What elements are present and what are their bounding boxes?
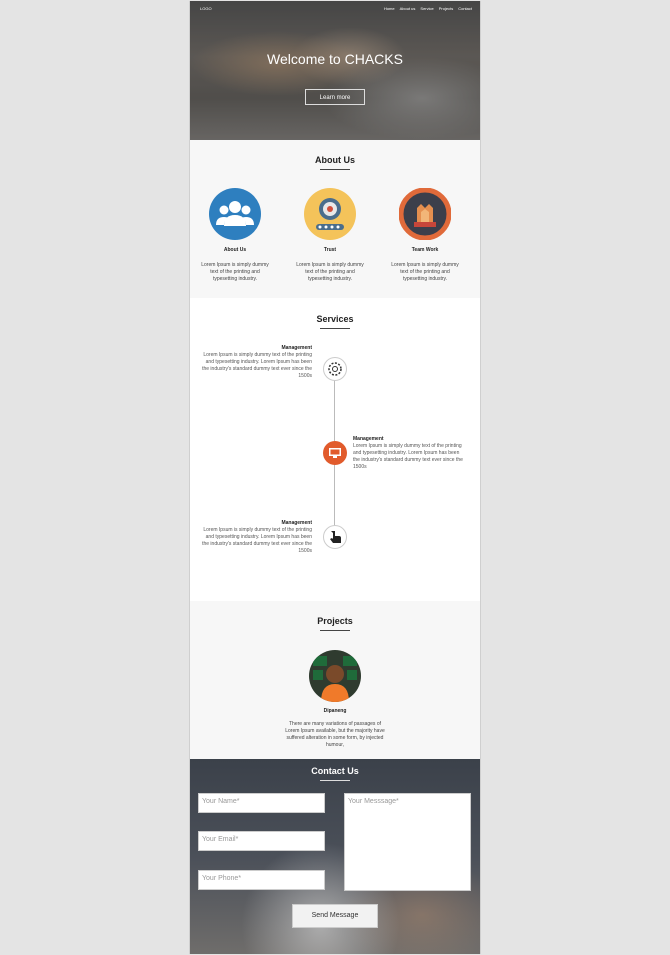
about-section: About Us About Us Lorem Ipsum is simply … — [190, 140, 480, 298]
nav-about[interactable]: About us — [400, 6, 416, 11]
hero-overlay — [190, 1, 480, 140]
projects-title: Projects — [317, 616, 353, 626]
contact-title: Contact Us — [311, 766, 359, 776]
logo[interactable]: LOGO — [200, 6, 212, 11]
message-field[interactable]: Your Messsage* — [344, 793, 471, 891]
service-desc: Lorem Ipsum is simply dummy text of the … — [202, 352, 312, 379]
feature-name: About Us — [223, 247, 247, 253]
feature-teamwork: Team Work Lorem Ipsum is simply dummy te… — [385, 187, 465, 283]
projects-section: Projects Dipaneng There are many variati… — [190, 601, 480, 759]
service-item: Management Lorem Ipsum is simply dummy t… — [202, 345, 312, 380]
title-underline — [320, 780, 350, 781]
send-message-button[interactable]: Send Message — [292, 904, 378, 928]
gear-conveyor-icon — [304, 188, 356, 240]
project-name: Dipaneng — [323, 708, 347, 714]
service-title: Management — [281, 520, 312, 526]
service-desc: Lorem Ipsum is simply dummy text of the … — [353, 443, 463, 470]
service-title: Management — [281, 345, 312, 351]
service-item: Management Lorem Ipsum is simply dummy t… — [353, 436, 463, 471]
feature-name: Trust — [323, 247, 337, 253]
gear-icon — [323, 357, 347, 381]
service-desc: Lorem Ipsum is simply dummy text of the … — [202, 527, 312, 554]
project-image[interactable] — [309, 650, 361, 702]
phone-field[interactable]: Your Phone* — [198, 870, 325, 890]
feature-desc: Lorem Ipsum is simply dummy text of the … — [391, 262, 459, 282]
name-field[interactable]: Your Name* — [198, 793, 325, 813]
contact-section: Contact Us Your Name* Your Email* Your P… — [190, 759, 480, 954]
monitor-icon — [323, 441, 347, 465]
title-underline — [320, 630, 350, 631]
about-title: About Us — [315, 155, 355, 165]
feature-desc: Lorem Ipsum is simply dummy text of the … — [201, 262, 269, 282]
learn-more-button[interactable]: Learn more — [305, 89, 365, 105]
hero-title: Welcome to CHACKS — [267, 51, 403, 67]
team-icon — [209, 188, 261, 240]
feature-desc: Lorem Ipsum is simply dummy text of the … — [296, 262, 364, 282]
nav-home[interactable]: Home — [384, 6, 395, 11]
service-title: Management — [353, 436, 384, 442]
hands-together-icon — [398, 187, 452, 241]
top-nav: Home About us Service Projects Contact — [384, 6, 472, 11]
page: LOGO Home About us Service Projects Cont… — [189, 1, 481, 954]
project-desc: There are many variations of passages of… — [285, 721, 385, 748]
feature-about: About Us Lorem Ipsum is simply dummy tex… — [195, 188, 275, 283]
nav-service[interactable]: Service — [420, 6, 433, 11]
hero-banner: LOGO Home About us Service Projects Cont… — [190, 1, 480, 140]
hand-pointer-icon — [323, 525, 347, 549]
title-underline — [320, 328, 350, 329]
title-underline — [320, 169, 350, 170]
email-field[interactable]: Your Email* — [198, 831, 325, 851]
services-section: Services Management Lorem Ipsum is simpl… — [190, 298, 480, 601]
service-item: Management Lorem Ipsum is simply dummy t… — [202, 520, 312, 555]
feature-name: Team Work — [411, 247, 439, 253]
nav-projects[interactable]: Projects — [439, 6, 453, 11]
services-title: Services — [316, 314, 354, 324]
nav-contact[interactable]: Contact — [458, 6, 472, 11]
feature-trust: Trust Lorem Ipsum is simply dummy text o… — [290, 188, 370, 283]
